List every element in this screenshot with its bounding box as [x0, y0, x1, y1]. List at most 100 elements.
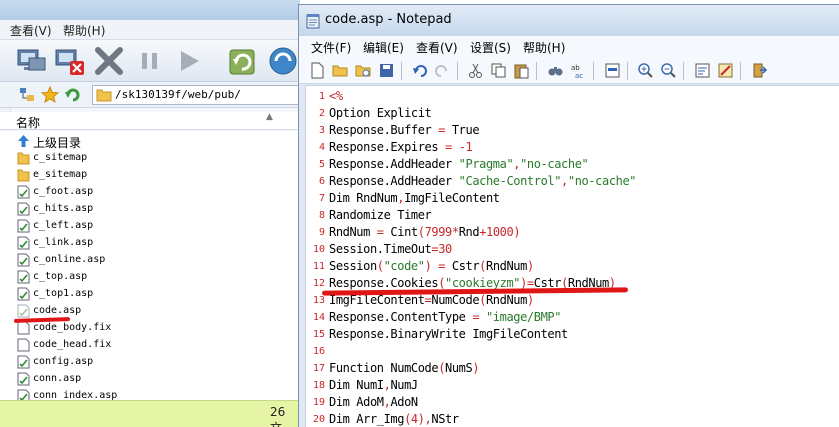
paste-icon[interactable]: [513, 62, 530, 79]
code-line: 10 Session.TimeOut=30: [306, 241, 839, 258]
menu-view[interactable]: 查看(V): [416, 39, 458, 56]
find-icon[interactable]: [547, 62, 564, 79]
menu-view[interactable]: 查看(V): [10, 22, 52, 39]
line-number: 2: [318, 108, 325, 119]
file-list-item[interactable]: code_head.fix: [0, 337, 300, 354]
line-number: 3: [318, 125, 325, 136]
line-number: 17: [312, 363, 325, 374]
copy-icon[interactable]: [490, 62, 507, 79]
disconnect-icon[interactable]: [52, 44, 86, 78]
parent-folder-label: 上级目录: [33, 136, 82, 150]
zoom-out-icon[interactable]: [660, 62, 677, 79]
asp-file-icon: [17, 287, 30, 301]
file-list-item[interactable]: conn.asp: [0, 371, 300, 388]
list-item-parent-folder[interactable]: 上级目录: [0, 133, 300, 150]
open-recent-icon[interactable]: [355, 62, 372, 79]
file-list-item[interactable]: e_sitemap: [0, 167, 300, 184]
goto-line-icon[interactable]: [604, 62, 621, 79]
refresh-icon[interactable]: [226, 44, 260, 78]
asp-file-icon: [17, 253, 30, 267]
code-line: 1 <%: [306, 88, 839, 105]
code-text: Dim Arr_Img(4),NStr: [329, 412, 459, 426]
folder-icon: [17, 169, 30, 182]
menu-settings[interactable]: 设置(S): [470, 39, 511, 56]
file-name: config.asp: [33, 356, 94, 367]
file-list-item[interactable]: code_body.fix: [0, 320, 300, 337]
code-line: 5 Response.AddHeader "Pragma","no-cache": [306, 156, 839, 173]
code-text: <%: [329, 89, 343, 103]
file-name: code.asp: [33, 305, 82, 316]
toolbar-separator: [593, 62, 594, 80]
save-icon[interactable]: [378, 62, 395, 79]
file-icon: [17, 321, 30, 335]
folder-icon: [96, 89, 112, 102]
sync-icon[interactable]: [266, 44, 300, 78]
file-name: c_hits.asp: [33, 203, 94, 214]
file-list-item[interactable]: c_top1.asp: [0, 286, 300, 303]
line-number: 20: [312, 414, 325, 425]
menu-help[interactable]: 帮助(H): [63, 22, 105, 39]
code-text: RndNum = Cint(7999*Rnd+1000): [329, 225, 521, 239]
toolbar-separator: [683, 62, 684, 80]
notepad-window: code.asp - Notepad 文件(F) 编辑(E) 查看(V) 设置(…: [298, 4, 839, 427]
back-arrow-icon[interactable]: [64, 86, 82, 104]
code-line: 20 Dim Arr_Img(4),NStr: [306, 411, 839, 427]
exit-icon[interactable]: [751, 62, 768, 79]
pause-icon[interactable]: [133, 44, 167, 78]
notepad-titlebar[interactable]: code.asp - Notepad: [299, 5, 839, 36]
svg-text:ab: ab: [571, 64, 580, 72]
code-editor[interactable]: 1 <% 2 Option Explicit 3 Response.Buffer = Tr…: [305, 85, 839, 427]
notepad-icon: [306, 14, 320, 29]
replace-icon[interactable]: ab ac: [570, 62, 587, 79]
file-list-item[interactable]: c_online.asp: [0, 252, 300, 269]
asp-file-icon: [17, 355, 30, 369]
file-list-header[interactable]: 名称 ▲: [0, 112, 300, 130]
line-number: 6: [318, 176, 325, 187]
file-list-item[interactable]: c_foot.asp: [0, 184, 300, 201]
play-icon[interactable]: [172, 44, 206, 78]
menu-edit[interactable]: 编辑(E): [363, 39, 404, 56]
favorites-star-icon[interactable]: [41, 86, 59, 104]
file-list-item[interactable]: c_top.asp: [0, 269, 300, 286]
menu-help[interactable]: 帮助(H): [523, 39, 565, 56]
code-line: 16: [306, 343, 839, 360]
menu-file[interactable]: 文件(F): [311, 39, 351, 56]
zoom-in-icon[interactable]: [637, 62, 654, 79]
scheme-icon[interactable]: [717, 62, 734, 79]
notepad-menubar: 文件(F) 编辑(E) 查看(V) 设置(S) 帮助(H): [299, 36, 839, 58]
file-list-item[interactable]: c_hits.asp: [0, 201, 300, 218]
column-name-header[interactable]: 名称: [16, 114, 40, 131]
file-list-item[interactable]: config.asp: [0, 354, 300, 371]
line-number: 7: [318, 193, 325, 204]
stop-icon[interactable]: [92, 44, 126, 78]
code-text: Dim NumI,NumJ: [329, 378, 418, 392]
toolbar-separator: [536, 62, 537, 80]
asp-file-icon: [17, 304, 30, 318]
code-line: 14 Response.ContentType = "image/BMP": [306, 309, 839, 326]
line-number: 8: [318, 210, 325, 221]
line-number: 14: [312, 312, 325, 323]
cut-icon[interactable]: [467, 62, 484, 79]
ftp-toolbar: [0, 40, 300, 82]
asp-file-icon: [17, 185, 30, 199]
code-text: Response.Expires = -1: [329, 140, 473, 154]
open-folder-icon[interactable]: [332, 62, 349, 79]
undo-icon[interactable]: [411, 62, 428, 79]
connect-icon[interactable]: [14, 44, 48, 78]
code-line: 19 Dim AdoM,AdoN: [306, 394, 839, 411]
file-list-item[interactable]: c_link.asp: [0, 235, 300, 252]
file-list-item[interactable]: c_sitemap: [0, 150, 300, 167]
word-wrap-icon[interactable]: [694, 62, 711, 79]
window-title: code.asp - Notepad: [325, 12, 452, 27]
line-number: 18: [312, 380, 325, 391]
file-list-item[interactable]: c_left.asp: [0, 218, 300, 235]
new-file-icon[interactable]: [309, 62, 326, 79]
redo-icon[interactable]: [434, 62, 451, 79]
path-text: /sk130139f/web/pub/: [115, 88, 241, 101]
path-input[interactable]: /sk130139f/web/pub/: [92, 85, 300, 105]
sort-ascending-icon: ▲: [266, 112, 273, 122]
code-line: 3 Response.Buffer = True: [306, 122, 839, 139]
toolbar-separator: [627, 62, 628, 80]
directory-tree-icon[interactable]: [18, 86, 36, 104]
toolbar-separator: [401, 62, 402, 80]
